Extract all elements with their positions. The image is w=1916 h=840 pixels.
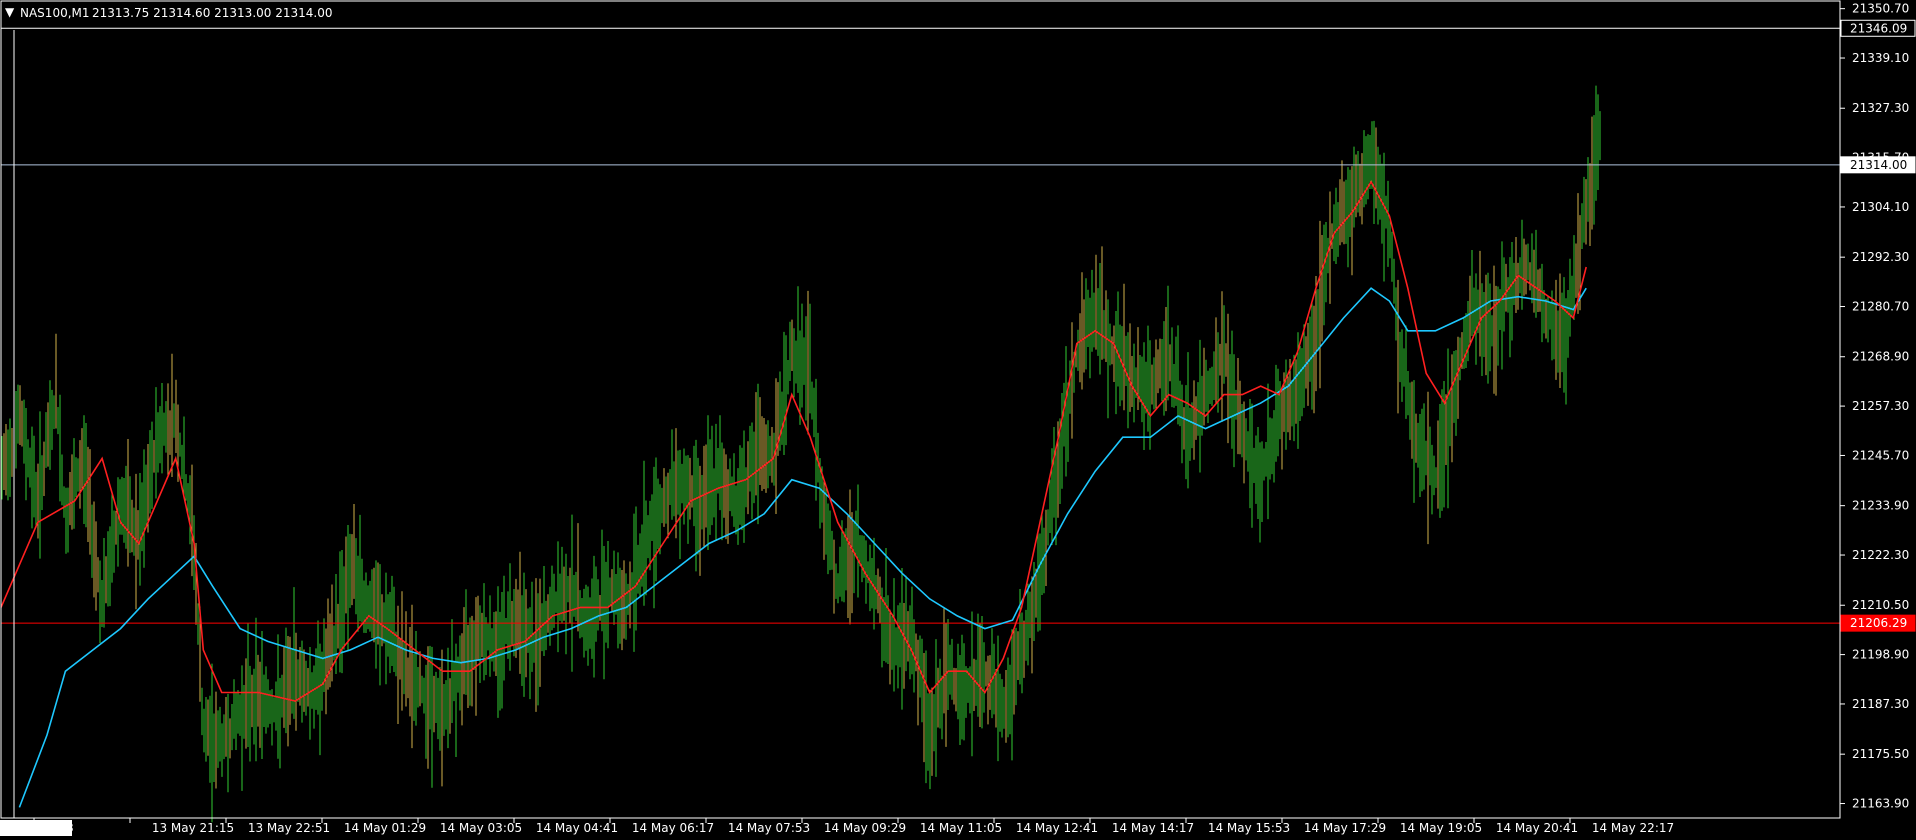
- x-tick-label: 14 May 09:29: [824, 821, 906, 835]
- y-tick-label: 21350.70: [1852, 2, 1909, 16]
- x-tick-label: 13 May 21:15: [152, 821, 234, 835]
- x-tick-label: 14 May 12:41: [1016, 821, 1098, 835]
- y-tick-label: 21327.30: [1852, 101, 1909, 115]
- y-tick-label: 21292.30: [1852, 250, 1909, 264]
- x-tick-label: 14 May 14:17: [1112, 821, 1194, 835]
- y-tick-label: 21268.90: [1852, 350, 1909, 364]
- x-tick-label: 05.13 19:53: [1, 821, 74, 835]
- y-tick-label: 21210.50: [1852, 598, 1909, 612]
- x-tick-label: 14 May 19:05: [1400, 821, 1482, 835]
- ohlc-values: 21313.75 21314.60 21313.00 21314.00: [92, 6, 332, 20]
- menu-arrow-icon[interactable]: ▼: [5, 5, 15, 19]
- price-tag-label: 21346.09: [1850, 21, 1907, 35]
- x-tick-label: 14 May 07:53: [728, 821, 810, 835]
- x-tick-label: 14 May 17:29: [1304, 821, 1386, 835]
- x-tick-label: 14 May 04:41: [536, 821, 618, 835]
- x-tick-label: 14 May 03:05: [440, 821, 522, 835]
- x-tick-label: 14 May 20:41: [1496, 821, 1578, 835]
- y-tick-label: 21245.70: [1852, 448, 1909, 462]
- y-tick-label: 21257.30: [1852, 399, 1909, 413]
- y-tick-label: 21222.30: [1852, 548, 1909, 562]
- x-tick-label: 14 May 15:53: [1208, 821, 1290, 835]
- y-tick-label: 21233.90: [1852, 499, 1909, 513]
- x-tick-label: 13 May 22:51: [248, 821, 330, 835]
- price-chart[interactable]: 21350.7021339.1021327.3021315.7021304.10…: [0, 0, 1916, 840]
- y-tick-label: 21280.70: [1852, 300, 1909, 314]
- price-tag-label: 21314.00: [1850, 158, 1907, 172]
- y-tick-label: 21187.30: [1852, 697, 1909, 711]
- price-tag-label: 21206.29: [1850, 616, 1907, 630]
- x-tick-label: 14 May 01:29: [344, 821, 426, 835]
- x-tick-label: 14 May 22:17: [1592, 821, 1674, 835]
- y-tick-label: 21163.90: [1852, 797, 1909, 811]
- y-tick-label: 21198.90: [1852, 648, 1909, 662]
- symbol-title: NAS100,M1: [20, 6, 90, 20]
- x-tick-label: 14 May 06:17: [632, 821, 714, 835]
- x-tick-label: 14 May 11:05: [920, 821, 1002, 835]
- y-tick-label: 21304.10: [1852, 200, 1909, 214]
- y-tick-label: 21339.10: [1852, 51, 1909, 65]
- y-tick-label: 21175.50: [1852, 747, 1909, 761]
- x-axis: 05.13 19:53 13 May 21:15 13 May 22:51 14 Ma…: [0, 818, 1674, 836]
